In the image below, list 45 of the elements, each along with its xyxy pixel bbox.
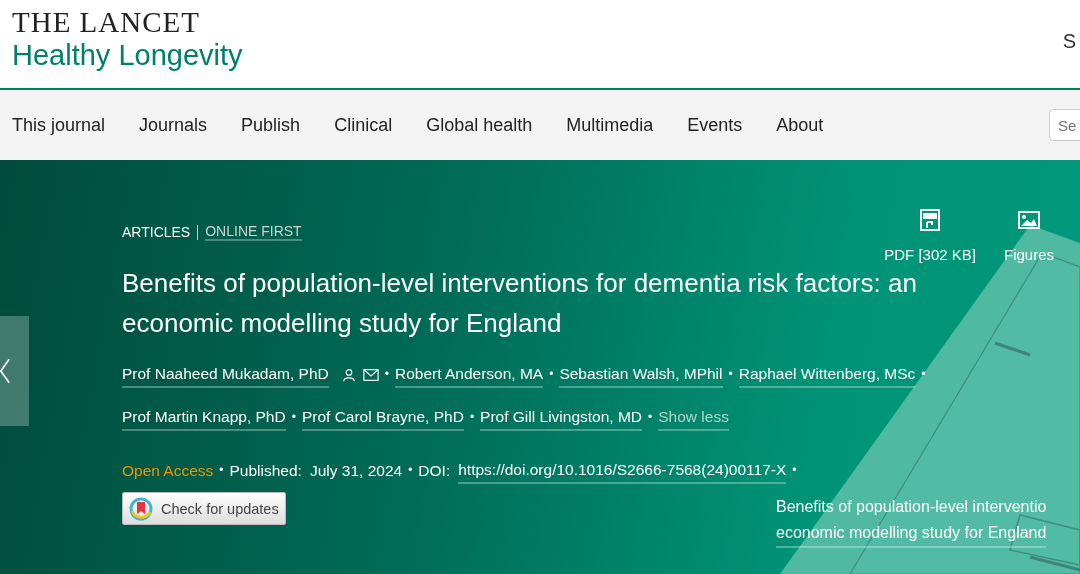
author-link[interactable]: Raphael Wittenberg, MSc xyxy=(738,361,916,388)
search-field[interactable]: Se xyxy=(1049,109,1080,141)
journal-logo-title[interactable]: THE LANCET xyxy=(12,6,243,38)
open-access-label: Open Access xyxy=(122,461,214,481)
tool-link[interactable]: PDF [302 KB] xyxy=(884,208,976,263)
article-title: Benefits of population-level interventions for dementia risk factors: an economic modelling study for England xyxy=(122,267,918,340)
separator-dot: • xyxy=(469,409,475,426)
nav-link[interactable]: Publish xyxy=(241,114,301,136)
section-link[interactable]: ONLINE FIRST xyxy=(205,223,302,241)
separator-dot: • xyxy=(291,409,296,426)
nav-link[interactable]: Events xyxy=(687,114,743,136)
published-date: July 31, 2024 xyxy=(309,461,403,481)
doi-link[interactable]: https://doi.org/10.1016/S2666-7568(24)00117-X xyxy=(458,457,787,484)
meta-label: Published: xyxy=(229,461,302,481)
author-link[interactable]: Prof Gill Livingston, MD xyxy=(480,404,643,431)
pdf-file-icon xyxy=(918,208,943,232)
separator-dot: • xyxy=(408,462,413,479)
nav-link[interactable]: This journal xyxy=(12,114,106,136)
author-link[interactable]: Sebastian Walsh, MPhil xyxy=(559,361,723,388)
check-for-updates-button[interactable]: Check for updates xyxy=(122,492,286,525)
nav-link[interactable]: Global health xyxy=(426,114,533,136)
author-link[interactable]: Prof Carol Brayne, PhD xyxy=(301,404,464,431)
author-link[interactable]: Robert Anderson, MA xyxy=(395,361,544,388)
nav-link[interactable]: Multimedia xyxy=(566,114,654,136)
bookmark-badge-icon xyxy=(129,496,153,521)
meta-label: DOI: xyxy=(418,461,451,481)
separator-dot: • xyxy=(549,366,554,383)
article-type: ARTICLES xyxy=(122,224,191,240)
nav-link[interactable]: About xyxy=(776,114,824,136)
account-link[interactable]: S xyxy=(1062,30,1076,53)
separator-dot: • xyxy=(792,462,797,479)
image-icon xyxy=(1017,208,1041,232)
separator-dot: • xyxy=(921,366,926,383)
separator-dot: • xyxy=(728,366,733,383)
mail-icon[interactable] xyxy=(362,367,379,382)
person-icon[interactable] xyxy=(340,367,357,382)
separator-dot: • xyxy=(384,366,389,383)
chevron-left-icon xyxy=(0,357,10,385)
nav-link[interactable]: Journals xyxy=(139,114,208,136)
separator-dot: • xyxy=(648,409,653,426)
journal-name[interactable]: Healthy Longevity xyxy=(12,38,243,72)
nav-link[interactable]: Clinical xyxy=(334,114,393,136)
author-link[interactable]: Prof Naaheed Mukadam, PhD xyxy=(122,361,329,388)
separator-dot: • xyxy=(219,462,224,479)
author-link[interactable]: Prof Martin Knapp, PhD xyxy=(122,404,286,431)
